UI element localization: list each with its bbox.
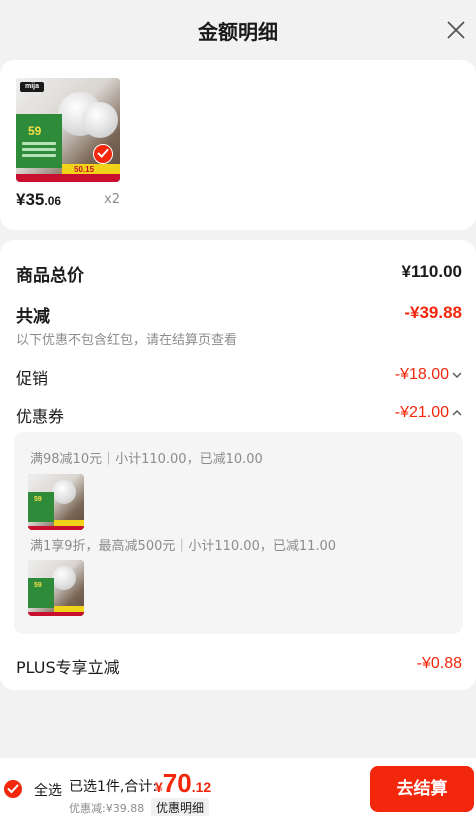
select-all-checkbox[interactable] [4, 780, 22, 798]
checkout-bar: 全选 已选1件,合计: ¥70.12 优惠减:¥39.88 优惠明细 去结算 [0, 758, 476, 836]
subtotal-value: ¥110.00 [401, 262, 462, 281]
plus-value: -¥0.88 [416, 655, 462, 672]
thumb-price-badge: 59 [28, 124, 42, 138]
coupon-2-text: 满1享9折，最高减500元｜小计110.00，已减11.00 [30, 539, 337, 554]
header: 金额明细 [0, 0, 476, 58]
chevron-up-icon [452, 409, 462, 416]
coupon-2-product-image: 59 [28, 560, 84, 616]
coupon-1-text: 满98减10元｜小计110.00，已减10.00 [30, 452, 263, 467]
promo-value: -¥18.00 [394, 366, 449, 383]
coupon-detail-box: 满98减10元｜小计110.00，已减10.00 59 满1享9折，最高减500… [14, 432, 463, 634]
check-icon [97, 149, 109, 158]
page-title: 金额明细 [198, 20, 278, 44]
checkout-button[interactable]: 去结算 [370, 766, 474, 812]
coupon-1-product-image: 59 [28, 474, 84, 530]
reduce-value: -¥39.88 [404, 303, 462, 322]
thumb-price-tag: 50.15 [74, 165, 95, 174]
subtotal-label: 商品总价 [16, 266, 84, 286]
product-price: ¥35.06 [16, 190, 62, 209]
product-quantity: x2 [104, 192, 120, 207]
plus-label: PLUS专享立减 [16, 658, 120, 677]
discount-detail-button[interactable]: 优惠明细 [151, 798, 210, 816]
price-detail-card: 商品总价 ¥110.00 共减 -¥39.88 以下优惠不包含红包，请在结算页查… [0, 240, 476, 690]
promo-row-toggle[interactable]: -¥18.00 [395, 366, 462, 384]
check-icon [7, 784, 19, 794]
select-all-label[interactable]: 全选 [34, 780, 62, 800]
selection-summary: 已选1件,合计: [69, 779, 158, 795]
coupon-row-toggle[interactable]: -¥21.00 [395, 404, 462, 422]
product-card: mija 59 50.15 ¥35.06 x2 [0, 60, 476, 230]
selected-check-badge[interactable] [93, 144, 113, 164]
close-icon[interactable] [444, 18, 468, 42]
product-image[interactable]: mija 59 50.15 [16, 78, 120, 182]
reduce-note: 以下优惠不包含红包，请在结算页查看 [16, 333, 238, 348]
reduce-label: 共减 [16, 307, 50, 327]
coupon-value: -¥21.00 [394, 404, 449, 421]
coupon-label: 优惠券 [16, 407, 65, 426]
discount-note: 优惠减:¥39.88 [69, 802, 145, 815]
chevron-down-icon [452, 372, 462, 378]
promo-label: 促销 [16, 369, 49, 388]
total-price: ¥70.12 [155, 768, 212, 798]
